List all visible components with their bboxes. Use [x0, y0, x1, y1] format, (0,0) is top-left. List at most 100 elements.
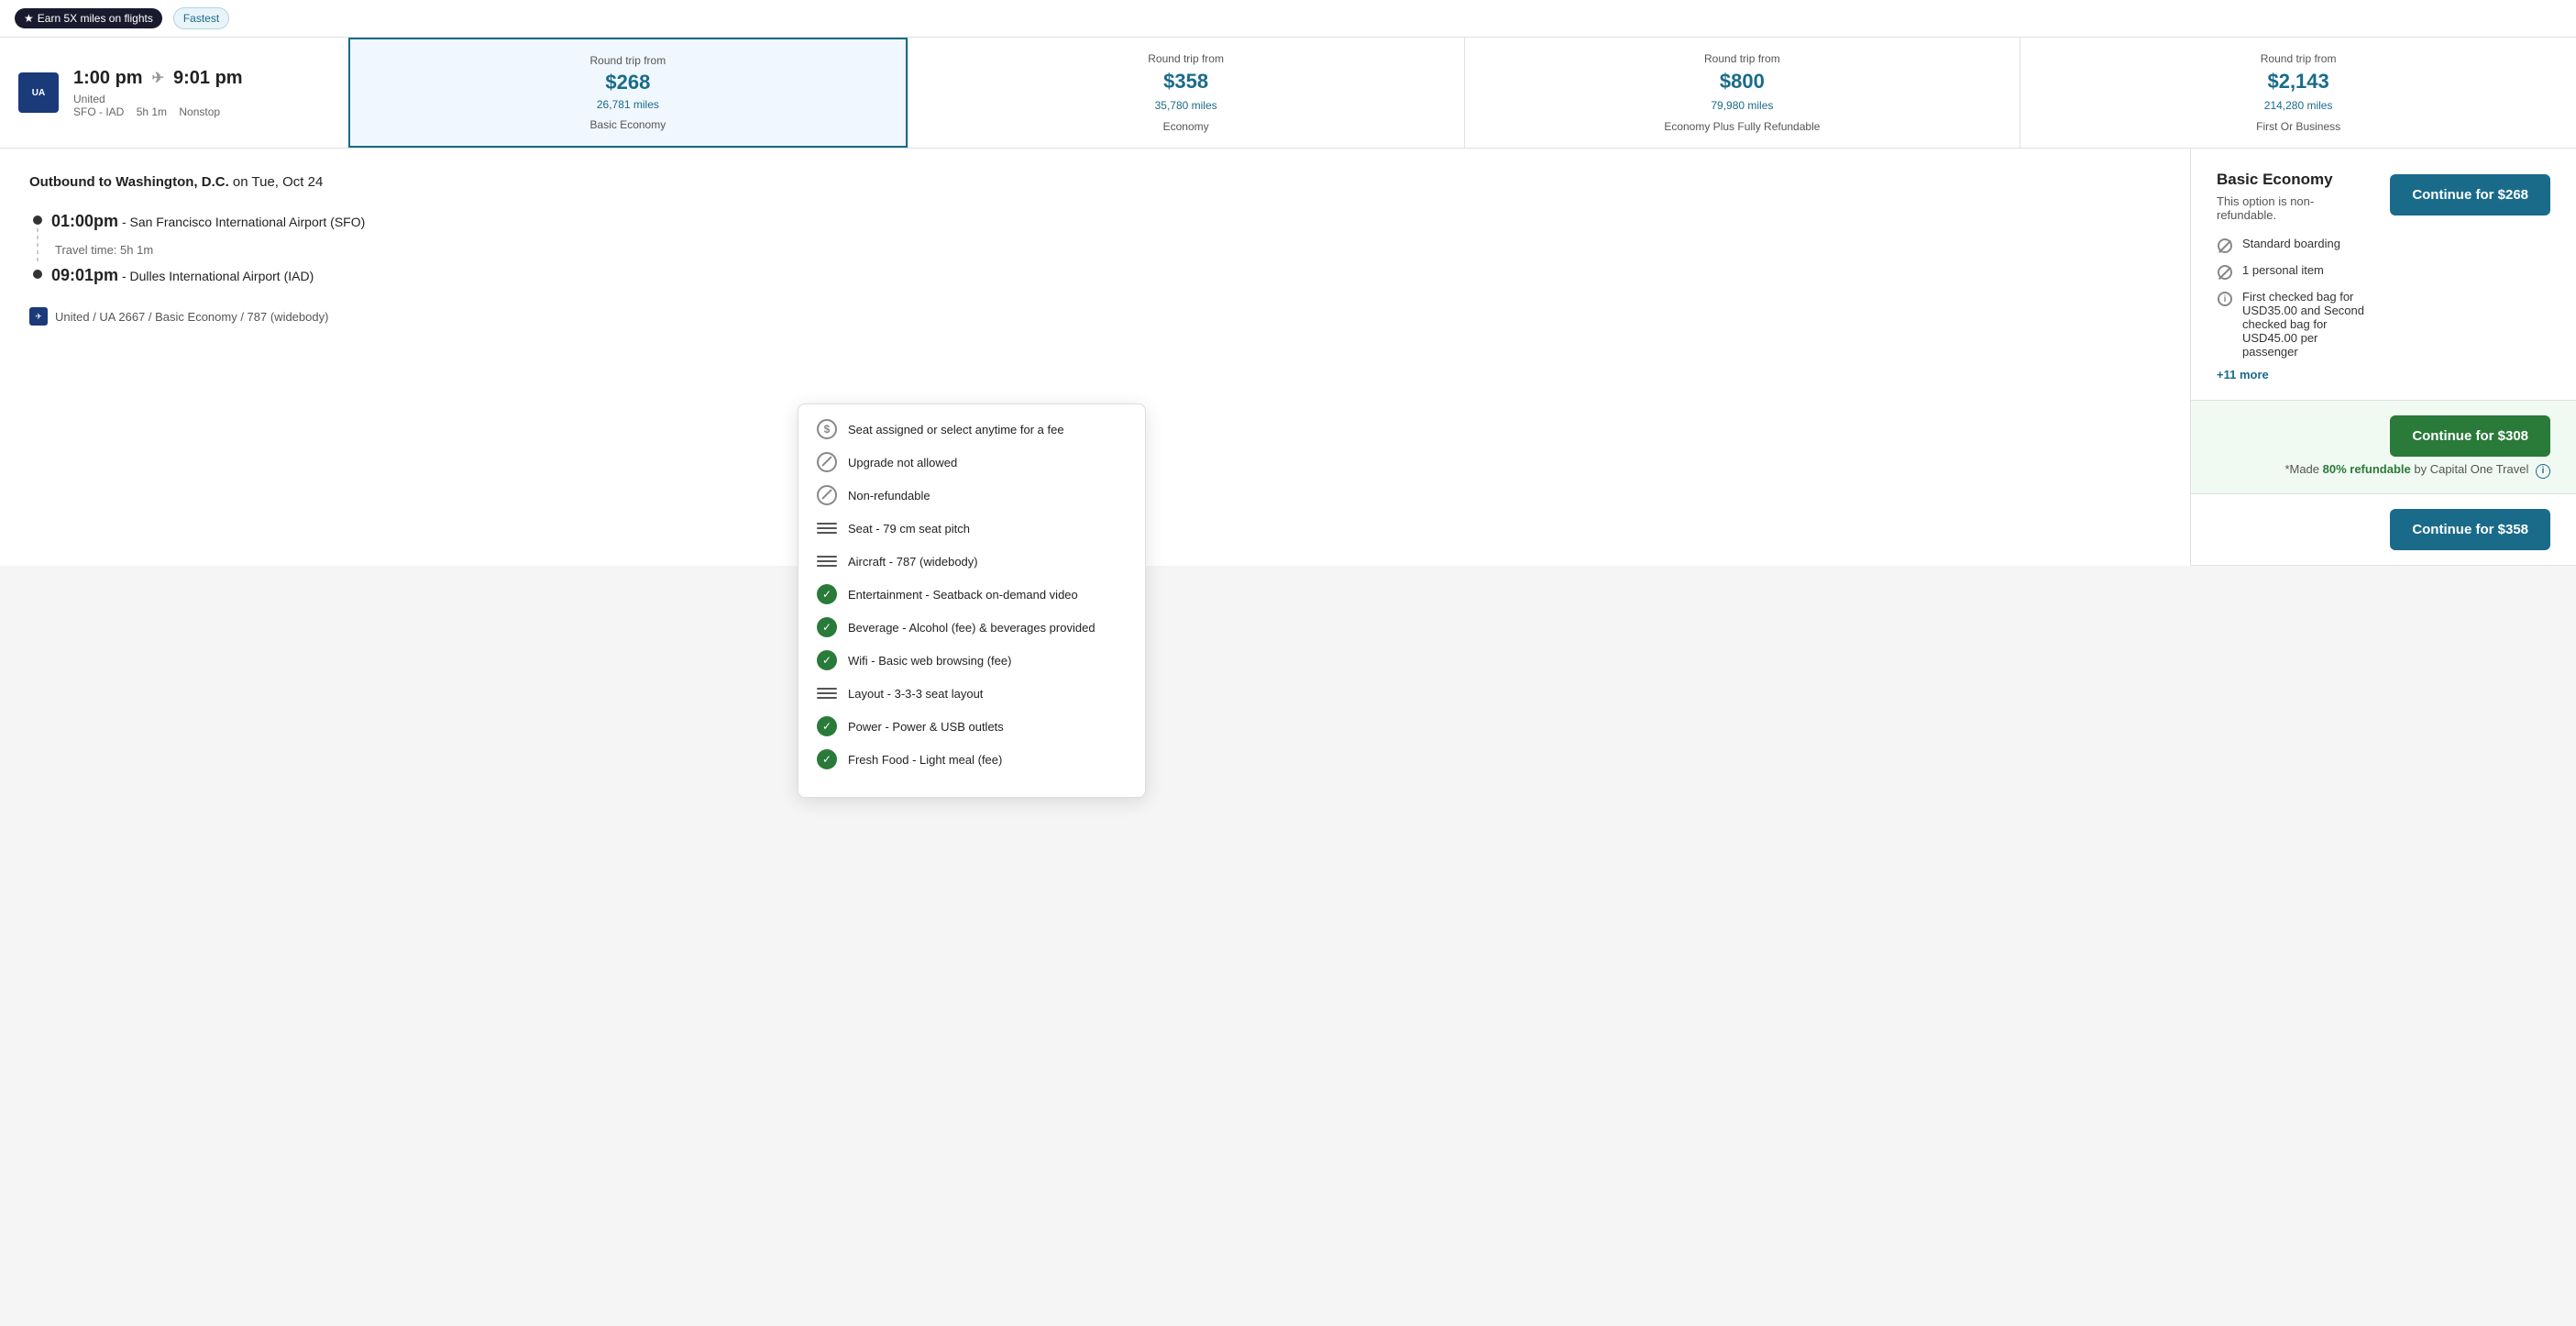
lines-icon: [817, 518, 837, 538]
green-check-icon: ✓: [817, 749, 837, 769]
price-cards: Round trip from $268 26,781 miles Basic …: [348, 38, 2576, 148]
flight-details-text: United / UA 2667 / Basic Economy / 787 (…: [55, 310, 328, 324]
destination: Washington, D.C.: [116, 174, 229, 190]
popup-feature-text-0: Seat assigned or select anytime for a fe…: [848, 423, 1064, 436]
continue-economy-button[interactable]: Continue for $308: [2390, 415, 2550, 457]
price-card-amount-1: $358: [1163, 70, 1208, 94]
fastest-badge: Fastest: [173, 7, 229, 29]
arrive-item: 09:01pm - Dulles International Airport (…: [51, 266, 2161, 285]
flight-details-row: ✈ United / UA 2667 / Basic Economy / 787…: [29, 307, 2161, 326]
plane-icon-small: ✈: [29, 307, 48, 326]
price-card-label-0: Round trip from: [590, 54, 666, 67]
right-panel: Basic Economy This option is non-refunda…: [2191, 149, 2576, 566]
flight-times: 1:00 pm ✈ 9:01 pm United SFO - IAD 5h 1m…: [73, 68, 243, 118]
main-content: Outbound to Washington, D.C. on Tue, Oct…: [0, 149, 2576, 566]
popup-feature-text-8: Layout - 3-3-3 seat layout: [848, 687, 983, 701]
airline-logo: UA: [18, 72, 59, 113]
price-card-amount-0: $268: [605, 71, 650, 94]
price-card-type-3: First Or Business: [2256, 120, 2340, 133]
popup-feature-8: Layout - 3-3-3 seat layout: [817, 683, 1127, 703]
popup-feature-9: ✓ Power - Power & USB outlets: [817, 716, 1127, 736]
timeline-connector: [37, 228, 39, 265]
popup-feature-1: Upgrade not allowed: [817, 452, 1127, 472]
dollar-circle-icon: $: [817, 419, 837, 439]
economy-2-row: Continue for $358: [2191, 494, 2576, 566]
price-card-label-2: Round trip from: [1704, 52, 1780, 65]
price-card-amount-2: $800: [1720, 70, 1765, 94]
popup-feature-text-2: Non-refundable: [848, 489, 930, 503]
top-bar: ★ Earn 5X miles on flights Fastest: [0, 0, 2576, 38]
price-card-amount-3: $2,143: [2267, 70, 2328, 94]
depart-separator: -: [122, 215, 130, 229]
arrow-icon: ✈: [152, 69, 164, 87]
more-features-link[interactable]: +11 more: [2217, 368, 2372, 381]
popup-feature-4: Aircraft - 787 (widebody): [817, 551, 1127, 571]
price-card-label-1: Round trip from: [1148, 52, 1224, 65]
feature-bag-fee-text: First checked bag for USD35.00 and Secon…: [2242, 290, 2372, 359]
fare-subtitle: This option is non-refundable.: [2217, 194, 2372, 222]
arrive-airport: Dulles International Airport (IAD): [130, 269, 314, 283]
feature-personal-item-text: 1 personal item: [2242, 263, 2324, 277]
arrive-dot: [33, 270, 42, 279]
timeline: 01:00pm - San Francisco International Ai…: [29, 212, 2161, 285]
green-check-icon: ✓: [817, 617, 837, 637]
economy-row: Continue for $308 *Made 80% refundable b…: [2191, 401, 2576, 494]
arrive-time: 9:01 pm: [173, 68, 243, 89]
lines-icon: [817, 683, 837, 703]
price-card-3[interactable]: Round trip from $2,143 214,280 miles Fir…: [2020, 38, 2576, 148]
circle-ban-icon: [817, 485, 837, 505]
depart-time: 1:00 pm: [73, 68, 143, 89]
flight-sub: United SFO - IAD 5h 1m Nonstop: [73, 93, 243, 118]
arrive-separator: -: [122, 269, 130, 283]
popup-feature-0: $ Seat assigned or select anytime for a f…: [817, 419, 1127, 439]
popup-feature-3: Seat - 79 cm seat pitch: [817, 518, 1127, 538]
depart-airport: San Francisco International Airport (SFO…: [130, 215, 366, 229]
popup-feature-text-10: Fresh Food - Light meal (fee): [848, 753, 1002, 767]
popup-feature-text-5: Entertainment - Seatback on-demand video: [848, 588, 1078, 602]
arrive-full-time: 09:01pm: [51, 266, 118, 284]
green-check-icon: ✓: [817, 716, 837, 736]
features-popup: $ Seat assigned or select anytime for a f…: [798, 403, 1146, 798]
outbound-title: Outbound to Washington, D.C. on Tue, Oct…: [29, 174, 2161, 190]
price-card-label-3: Round trip from: [2261, 52, 2337, 65]
circle-ban-icon: [817, 452, 837, 472]
depart-item: 01:00pm - San Francisco International Ai…: [51, 212, 2161, 231]
feature-personal-item: 1 personal item: [2217, 263, 2372, 281]
popup-feature-text-1: Upgrade not allowed: [848, 456, 957, 470]
bag-fee-icon: i: [2217, 291, 2233, 307]
price-card-0[interactable]: Round trip from $268 26,781 miles Basic …: [348, 38, 908, 148]
popup-feature-2: Non-refundable: [817, 485, 1127, 505]
popup-feature-7: ✓ Wifi - Basic web browsing (fee): [817, 650, 1127, 670]
outbound-date: on Tue, Oct 24: [233, 174, 323, 190]
popup-feature-5: ✓Entertainment - Seatback on-demand vide…: [817, 584, 1127, 604]
price-card-miles-0: 26,781 miles: [597, 98, 659, 111]
green-check-icon: ✓: [817, 650, 837, 670]
popup-feature-6: ✓ Beverage - Alcohol (fee) & beverages pr…: [817, 617, 1127, 637]
price-card-type-1: Economy: [1163, 120, 1209, 133]
lines-icon: [817, 551, 837, 571]
feature-boarding-text: Standard boarding: [2242, 237, 2340, 250]
basic-economy-row: Basic Economy This option is non-refunda…: [2191, 149, 2576, 401]
continue-economy-2-button[interactable]: Continue for $358: [2390, 509, 2550, 550]
popup-feature-10: ✓ Fresh Food - Light meal (fee): [817, 749, 1127, 769]
price-card-miles-1: 35,780 miles: [1155, 99, 1217, 112]
flight-row: UA 1:00 pm ✈ 9:01 pm United SFO - IAD 5h…: [0, 38, 2576, 149]
price-card-2[interactable]: Round trip from $800 79,980 miles Econom…: [1464, 38, 2020, 148]
earn-badge: ★ Earn 5X miles on flights: [15, 8, 162, 28]
travel-time-row: Travel time: 5h 1m: [51, 242, 2161, 257]
star-icon: ★: [24, 12, 34, 25]
economy-actions: Continue for $308 *Made 80% refundable b…: [2284, 415, 2550, 479]
flight-info: UA 1:00 pm ✈ 9:01 pm United SFO - IAD 5h…: [0, 38, 348, 148]
times-row: 1:00 pm ✈ 9:01 pm: [73, 68, 243, 89]
popup-feature-text-4: Aircraft - 787 (widebody): [848, 555, 978, 569]
price-card-type-2: Economy Plus Fully Refundable: [1664, 120, 1820, 133]
refundable-note-row: *Made 80% refundable by Capital One Trav…: [2284, 462, 2550, 479]
price-card-1[interactable]: Round trip from $358 35,780 miles Econom…: [908, 38, 1464, 148]
popup-feature-text-9: Power - Power & USB outlets: [848, 720, 1004, 734]
feature-bag-fee: i First checked bag for USD35.00 and Sec…: [2217, 290, 2372, 359]
popup-feature-text-6: Beverage - Alcohol (fee) & beverages pro…: [848, 621, 1095, 635]
price-card-type-0: Basic Economy: [590, 118, 666, 131]
popup-feature-text-7: Wifi - Basic web browsing (fee): [848, 654, 1011, 668]
refundable-info-icon[interactable]: i: [2536, 464, 2550, 479]
continue-basic-economy-button[interactable]: Continue for $268: [2390, 174, 2550, 215]
